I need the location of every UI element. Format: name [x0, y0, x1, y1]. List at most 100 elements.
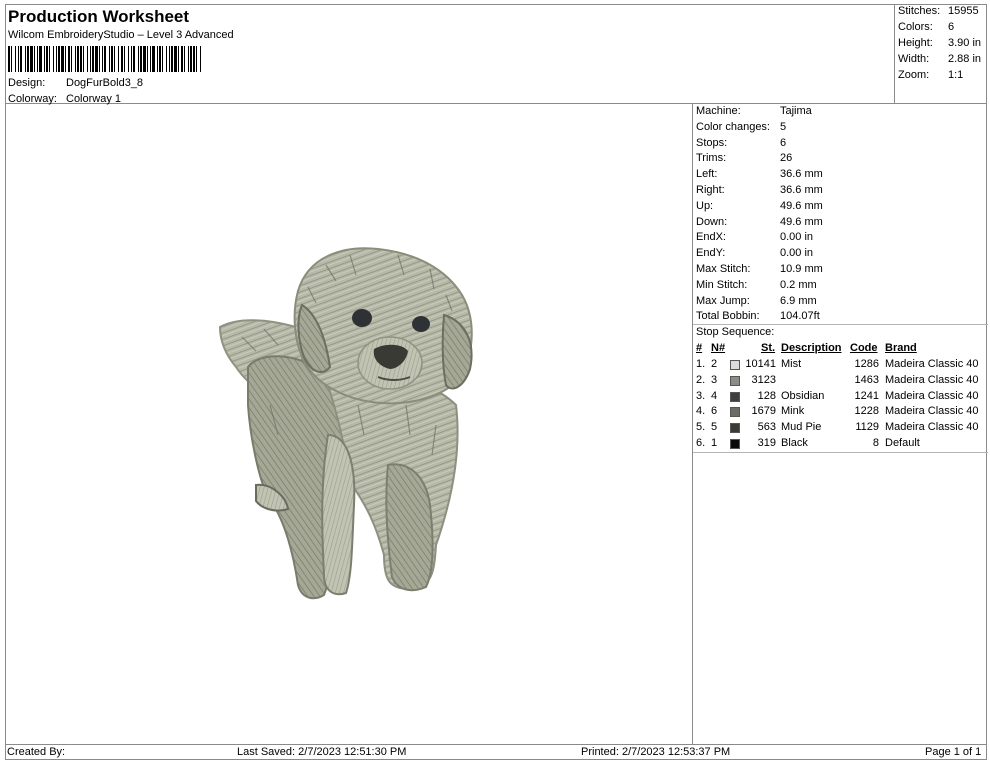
color-swatch [730, 375, 740, 386]
machine-info-label: Max Jump: [696, 294, 750, 307]
machine-info-value: 6.9 mm [780, 294, 817, 307]
design-label: Design: [8, 77, 46, 89]
summary-label: Stitches: [898, 5, 941, 17]
color-swatch [730, 439, 740, 449]
machine-info-label: EndY: [696, 247, 726, 260]
stop-description: Mud Pie [781, 421, 822, 434]
machine-info-value: 0.00 in [780, 247, 814, 260]
stop-stitches: 319 [757, 437, 776, 449]
stop-num: 4. [696, 405, 706, 418]
machine-info-row: Total Bobbin: 104.07ft [696, 310, 820, 322]
stop-num: 6. [696, 437, 706, 449]
design-row: Design: DogFurBold3_8 [8, 77, 143, 89]
design-canvas[interactable] [6, 105, 692, 743]
machine-info-label: Trims: [696, 152, 727, 165]
summary-value: 1:1 [948, 69, 964, 81]
machine-info-row: Max Stitch: 10.9 mm [696, 263, 823, 275]
worksheet-footer: Created By: Last Saved: 2/7/2023 12:51:3… [5, 744, 987, 760]
stop-stitches: 128 [757, 389, 776, 402]
color-swatch [730, 423, 740, 434]
summary-row: Colors: 6 [898, 21, 954, 33]
summary-value: 3.90 in [948, 37, 982, 49]
col-stitches: St. [761, 342, 776, 354]
machine-info-value: 0.2 mm [780, 278, 817, 291]
summary-value: 2.88 in [948, 53, 982, 65]
machine-info-row: Right: 36.6 mm [696, 184, 823, 196]
summary-row: Height: 3.90 in [898, 37, 981, 49]
stop-needle: 2 [711, 358, 718, 370]
stop-sequence-row: 2. 3 3123 1463 Madeira Classic 40 [696, 374, 986, 388]
stop-brand: Madeira Classic 40 [885, 405, 979, 418]
embroidery-preview [218, 247, 473, 600]
machine-info-row: EndY: 0.00 in [696, 247, 813, 259]
machine-info-value: 26 [780, 152, 793, 165]
machine-info-row: Down: 49.6 mm [696, 216, 823, 228]
machine-info-value: 49.6 mm [780, 199, 823, 212]
page-title: Production Worksheet [8, 7, 190, 26]
machine-info-row: Trims: 26 [696, 152, 792, 164]
stop-stitches: 10141 [745, 358, 776, 370]
stop-brand: Default [885, 437, 920, 449]
stop-brand: Madeira Classic 40 [885, 373, 979, 386]
stop-needle: 4 [711, 389, 718, 402]
machine-info-value: 6 [780, 136, 787, 149]
machine-info-label: Right: [696, 184, 725, 196]
col-description: Description [781, 342, 842, 354]
summary-label: Colors: [898, 21, 933, 33]
summary-value: 15955 [948, 5, 979, 17]
machine-info-label: Color changes: [696, 120, 770, 133]
machine-info-row: Up: 49.6 mm [696, 200, 823, 212]
summary-label: Width: [898, 53, 930, 65]
machine-info-value: Tajima [780, 105, 812, 117]
stop-needle: 3 [711, 373, 718, 386]
machine-info-value: 36.6 mm [780, 184, 823, 196]
machine-info-value: 49.6 mm [780, 215, 823, 228]
created-by: Created By: [7, 746, 66, 758]
col-needle: N# [711, 342, 726, 354]
machine-info-label: Max Stitch: [696, 263, 751, 275]
summary-row: Stitches: 15955 [898, 5, 979, 17]
machine-info-row: Min Stitch: 0.2 mm [696, 279, 817, 291]
dog-eye-right [412, 316, 430, 332]
machine-info-row: EndX: 0.00 in [696, 231, 813, 243]
stop-code: 1129 [855, 421, 879, 434]
color-swatch [730, 391, 740, 402]
machine-info-value: 36.6 mm [780, 168, 823, 181]
info-panel: Machine: Tajima Color changes: 5 Stops: 6 Trim… [692, 104, 988, 744]
worksheet-header: Production Worksheet Wilcom EmbroiderySt… [5, 4, 895, 105]
summary-label: Height: [898, 37, 933, 49]
page-number: Page 1 of 1 [925, 746, 982, 758]
stop-code: 1241 [854, 389, 879, 402]
stop-sequence-row: 4. 6 1679 Mink 1228 Madeira Classic 40 [696, 405, 986, 419]
machine-info-label: Left: [696, 168, 718, 181]
machine-info-label: Stops: [696, 136, 728, 149]
machine-info-value: 5 [780, 120, 787, 133]
stop-code: 1228 [854, 405, 879, 418]
stop-description: Mink [781, 405, 805, 418]
stop-sequence-row: 6. 1 319 Black 8 Default [696, 437, 986, 451]
divider [693, 324, 988, 325]
barcode [8, 46, 201, 72]
col-code: Code [850, 342, 878, 354]
machine-info-label: Total Bobbin: [696, 310, 760, 323]
stop-num: 5. [696, 421, 706, 434]
machine-info-row: Machine: Tajima [696, 105, 812, 117]
dog-embroidery [218, 247, 473, 600]
design-value: DogFurBold3_8 [66, 77, 144, 89]
stop-brand: Madeira Classic 40 [885, 358, 979, 370]
machine-info-row: Stops: 6 [696, 137, 786, 149]
summary-box: Stitches: 15955 Colors: 6 Height: 3.90 in W… [895, 4, 987, 104]
stop-stitches: 3123 [751, 373, 776, 386]
summary-row: Width: 2.88 in [898, 53, 981, 65]
colorway-value: Colorway 1 [66, 93, 122, 105]
color-swatch [730, 360, 740, 370]
machine-info-label: Min Stitch: [696, 278, 748, 291]
color-swatch [730, 407, 740, 418]
stop-description: Mist [781, 358, 802, 370]
stop-sequence-row: 3. 4 128 Obsidian 1241 Madeira Classic 40 [696, 390, 986, 404]
summary-value: 6 [948, 21, 955, 33]
software-subtitle: Wilcom EmbroideryStudio – Level 3 Advanc… [8, 29, 234, 41]
stop-sequence-title: Stop Sequence: [696, 326, 775, 338]
col-num: # [696, 342, 703, 354]
machine-info-row: Max Jump: 6.9 mm [696, 295, 817, 307]
